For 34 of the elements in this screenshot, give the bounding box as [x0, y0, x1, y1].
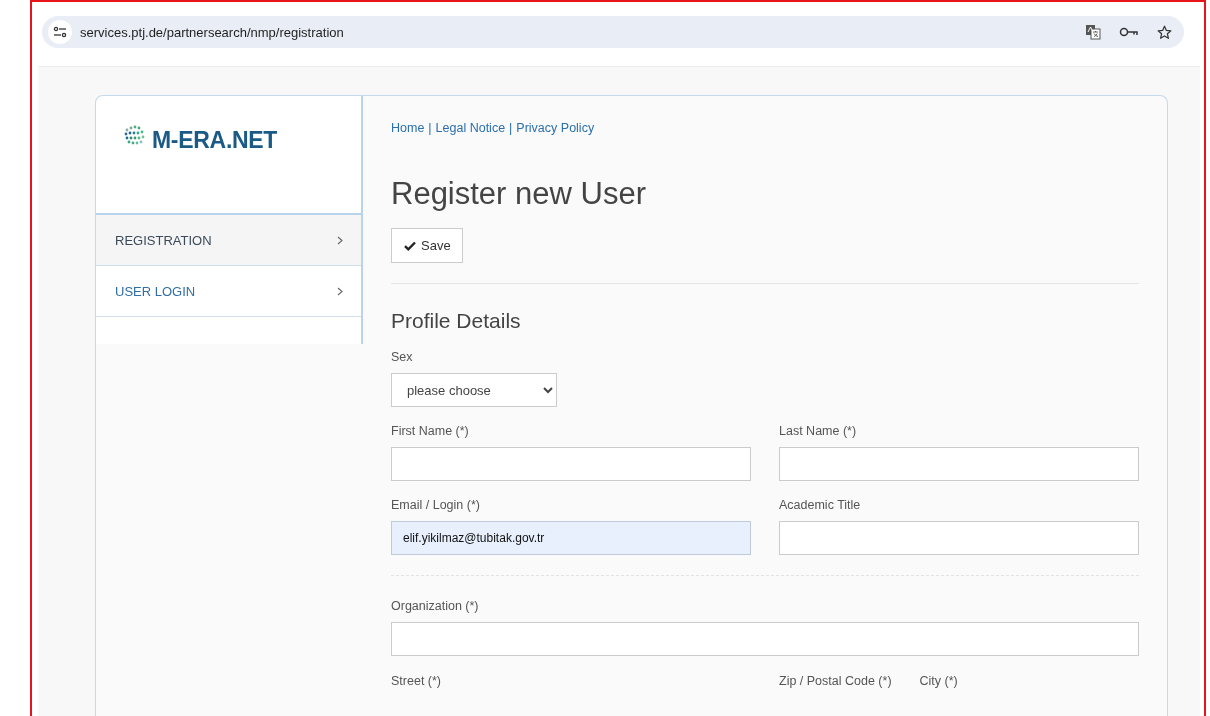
field-label: First Name (*) [391, 423, 470, 440]
checkmark-icon [404, 240, 416, 251]
site-settings-icon[interactable] [53, 26, 67, 38]
field-label: Email / Login (*) [391, 497, 481, 514]
chevron-right-icon [337, 235, 343, 245]
star-icon[interactable] [1157, 24, 1172, 40]
input-field[interactable] [391, 622, 1139, 656]
input-field[interactable] [779, 447, 1139, 481]
sidebar-item[interactable]: REGISTRATION [96, 215, 361, 266]
save-button[interactable]: Save [391, 228, 463, 263]
input-field[interactable] [391, 447, 751, 481]
input-field[interactable]: elif.yikilmaz@tubitak.gov.tr [391, 521, 751, 555]
field-label: Organization (*) [391, 598, 480, 615]
sidebar-item[interactable]: USER LOGIN [96, 266, 361, 317]
page-title: Register new User [391, 176, 647, 212]
section-title: Profile Details [391, 308, 522, 334]
nav-link[interactable]: Legal Notice [435, 121, 506, 135]
nav-link[interactable]: Home [391, 121, 425, 135]
input-field[interactable] [779, 521, 1139, 555]
link-separator: | [428, 121, 432, 135]
chevron-right-icon [337, 286, 343, 296]
key-icon[interactable] [1119, 27, 1139, 37]
logo-text: M-ERA.NET [152, 127, 278, 154]
field-label: Zip / Postal Code (*) [779, 674, 892, 688]
link-separator: | [509, 121, 513, 135]
field-label: Street (*) [391, 674, 441, 688]
field-label: Sex [391, 349, 414, 366]
field-label: Last Name (*) [779, 423, 858, 440]
field-label: City (*) [919, 674, 958, 688]
nav-link[interactable]: Privacy Policy [516, 121, 595, 135]
field-label: Academic Title [779, 497, 862, 514]
sex-dropdown[interactable]: please choose [391, 373, 557, 407]
translate-icon[interactable] [1085, 24, 1101, 40]
globe-dots-icon [124, 124, 146, 146]
